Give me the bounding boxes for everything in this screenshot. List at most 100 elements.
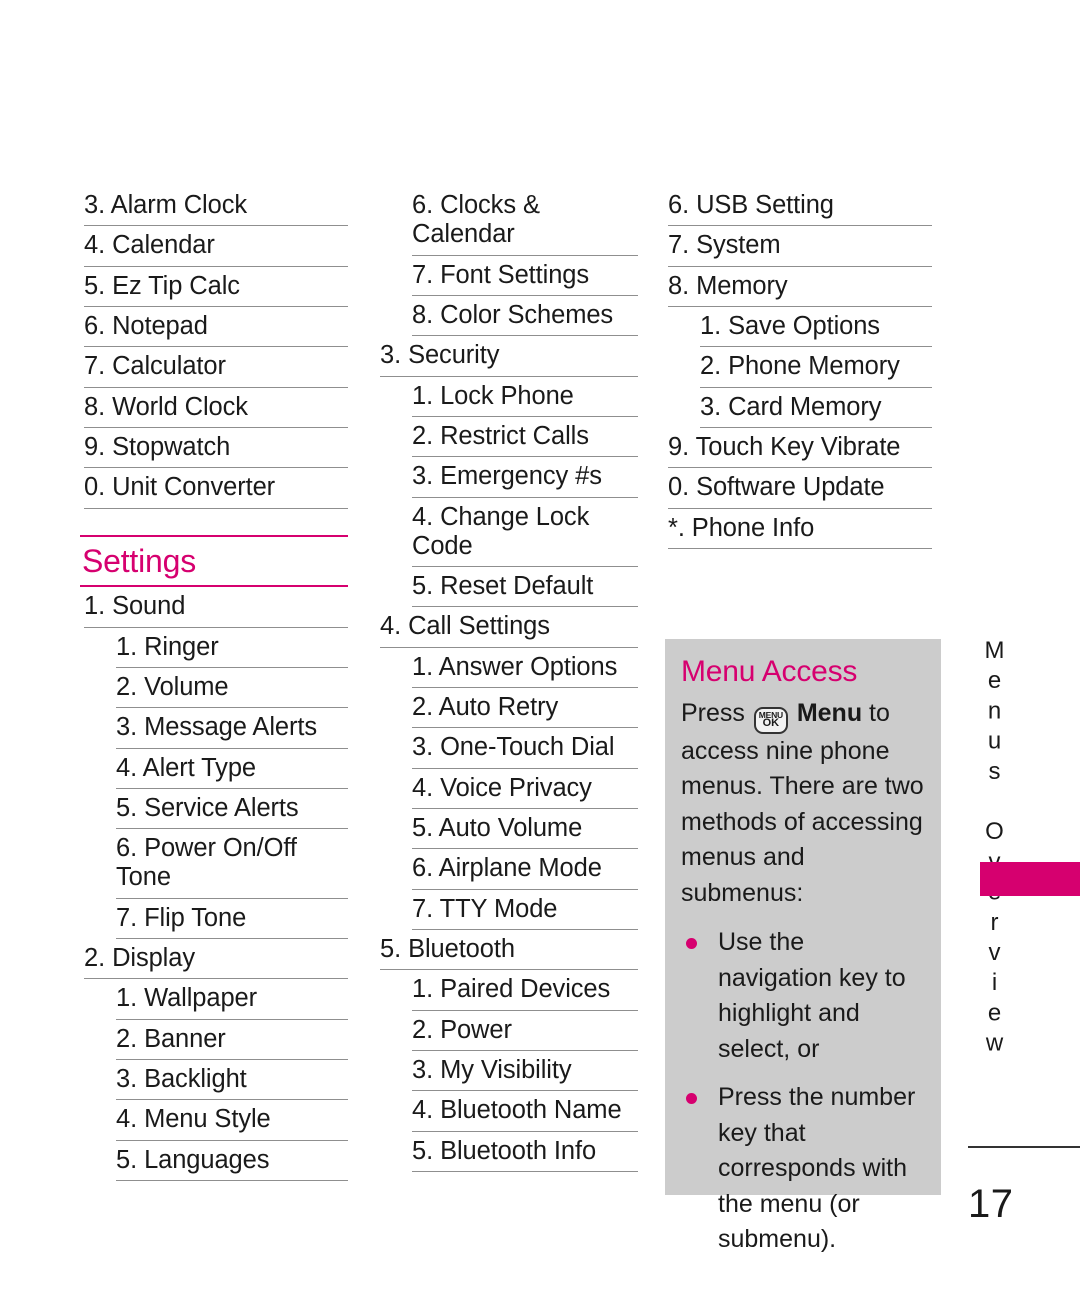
menu-item-label: Calculator: [105, 352, 226, 381]
menu-item: *. Phone Info: [668, 509, 932, 549]
callout-bullet-item: Press the number key that corresponds wi…: [681, 1080, 925, 1258]
menu-item-number: 5.: [380, 934, 402, 963]
menu-item-label: Banner: [137, 1024, 226, 1053]
menu-item-number: 8.: [412, 300, 434, 329]
menu-item-number: 5.: [116, 1145, 138, 1174]
menu-item-number: *.: [668, 513, 685, 542]
menu-item: 4. Calendar: [84, 226, 348, 267]
menu-ok-key-icon: MENU OK: [753, 706, 788, 734]
menu-item-number: 7.: [412, 894, 434, 923]
menu-item-number: 6.: [668, 191, 690, 219]
menu-item-label: Software Update: [689, 473, 885, 502]
menu-list-column-2: 6. Clocks & Calendar 7. Font Settings 8. C…: [376, 186, 638, 1172]
menu-item: 4. Bluetooth Name: [412, 1091, 638, 1132]
menu-item-label: World Clock: [105, 392, 248, 421]
callout-intro-after: to access nine phone menus. There are tw…: [681, 699, 924, 907]
menu-item-label: Stopwatch: [105, 432, 231, 461]
menu-item: 5. Bluetooth: [380, 930, 638, 971]
menu-item-label: TTY Mode: [433, 894, 558, 923]
menu-list-column-3: 6. USB Setting 7. System 8. Memory 1. Save …: [664, 186, 932, 549]
menu-item-number: 7.: [412, 260, 434, 289]
menu-item-number: 3.: [380, 341, 402, 370]
menu-item-label: Phone Memory: [721, 352, 900, 381]
menu-item-label: Lock Phone: [433, 381, 574, 410]
menu-item: 6. Clocks & Calendar: [412, 186, 638, 256]
menu-item-number: 3.: [412, 462, 434, 491]
menu-item: 5. Reset Default: [412, 567, 638, 608]
menu-item-label: Calendar: [105, 231, 215, 260]
page-number: 17: [968, 1182, 1014, 1226]
menu-item: 1. Paired Devices: [412, 970, 638, 1011]
menu-item-number: 5.: [412, 1136, 434, 1165]
menu-item: 6. Power On/Off Tone: [116, 829, 348, 899]
menu-item-number: 6.: [412, 854, 434, 883]
menu-item-label: USB Setting: [689, 191, 834, 219]
menu-item-label: Notepad: [105, 311, 208, 340]
menu-item-label: Power: [433, 1015, 512, 1044]
menu-item: 4. Voice Privacy: [412, 769, 638, 809]
menu-item: 2. Display: [84, 939, 348, 980]
menu-item: 7. Flip Tone: [116, 899, 348, 940]
menu-item: 6. USB Setting: [668, 186, 932, 227]
menu-item: 1. Wallpaper: [116, 979, 348, 1020]
menu-item-number: 0.: [668, 473, 690, 502]
menu-item-label: Backlight: [137, 1065, 247, 1093]
menu-item-number: 2.: [116, 672, 138, 701]
manual-page: 3. Alarm Clock 4. Calendar 5. Ez Tip Calc 6…: [0, 0, 1080, 1295]
menu-item-number: 8.: [84, 392, 106, 421]
menu-item: 8. Memory: [668, 267, 932, 307]
menu-item-label: Memory: [689, 271, 788, 300]
menu-item: 2. Volume: [116, 668, 348, 709]
menu-item: 1. Save Options: [700, 307, 932, 348]
menu-item-label: Bluetooth: [401, 934, 515, 963]
menu-item: 7. TTY Mode: [412, 890, 638, 930]
menu-item-label: Save Options: [721, 311, 880, 340]
menu-item: 5. Service Alerts: [116, 789, 348, 830]
menu-item-label: Font Settings: [433, 260, 590, 289]
menu-item: 2. Phone Memory: [700, 347, 932, 388]
side-tab-label: Menus Overview: [981, 637, 1008, 1060]
callout-intro-before: Press: [681, 699, 745, 727]
menu-item-number: 7.: [116, 903, 138, 932]
callout-intro-paragraph: Press MENU OK Menu to access nine phone m…: [681, 696, 925, 911]
menu-item-number: 6.: [116, 834, 138, 863]
menu-item: 2. Banner: [116, 1020, 348, 1060]
menu-item-number: 9.: [668, 432, 690, 461]
menu-item: 5. Ez Tip Calc: [84, 267, 348, 307]
menu-item-number: 5.: [116, 793, 138, 822]
menu-item: 3. My Visibility: [412, 1051, 638, 1092]
menu-item: 3. Message Alerts: [116, 708, 348, 749]
menu-item-label: Power On/Off Tone: [116, 834, 297, 892]
menu-item-label: Auto Retry: [433, 693, 559, 722]
menu-item-label: Voice Privacy: [433, 773, 592, 802]
menu-item-number: 4.: [412, 1096, 434, 1125]
menu-item: 3. Backlight: [116, 1060, 348, 1101]
menu-column-2: 6. Clocks & Calendar 7. Font Settings 8. C…: [376, 186, 638, 1172]
menu-item-label: Wallpaper: [137, 984, 258, 1013]
menu-item: 2. Auto Retry: [412, 688, 638, 729]
menu-item: 4. Alert Type: [116, 749, 348, 789]
menu-item-number: 3.: [84, 191, 106, 219]
menu-item: 7. Calculator: [84, 347, 348, 388]
menu-item-label: Touch Key Vibrate: [689, 432, 901, 461]
menu-access-callout: Menu Access Press MENU OK Menu to access …: [665, 639, 941, 1253]
menu-item-number: 1.: [412, 975, 434, 1004]
menu-item-number: 1.: [412, 652, 434, 681]
menu-item-label: Ringer: [137, 632, 219, 661]
menu-item: 0. Software Update: [668, 468, 932, 509]
menu-item-number: 1.: [116, 984, 138, 1013]
menu-item-label: Unit Converter: [105, 473, 276, 502]
menu-item: 2. Restrict Calls: [412, 417, 638, 458]
callout-bullet-list: Use the navigation key to highlight and …: [681, 925, 925, 1258]
menu-item: 8. Color Schemes: [412, 296, 638, 337]
menu-item-label: Volume: [137, 672, 229, 701]
menu-item-label: System: [689, 231, 781, 260]
menu-item: 7. System: [668, 226, 932, 267]
menu-item-label: Alarm Clock: [105, 191, 247, 219]
menu-item: 4. Change Lock Code: [412, 498, 638, 568]
menu-item-label: Restrict Calls: [433, 421, 589, 450]
menu-item: 8. World Clock: [84, 388, 348, 428]
menu-item-number: 2.: [84, 944, 106, 973]
menu-item-number: 2.: [412, 421, 434, 450]
menu-item: 6. Notepad: [84, 307, 348, 348]
